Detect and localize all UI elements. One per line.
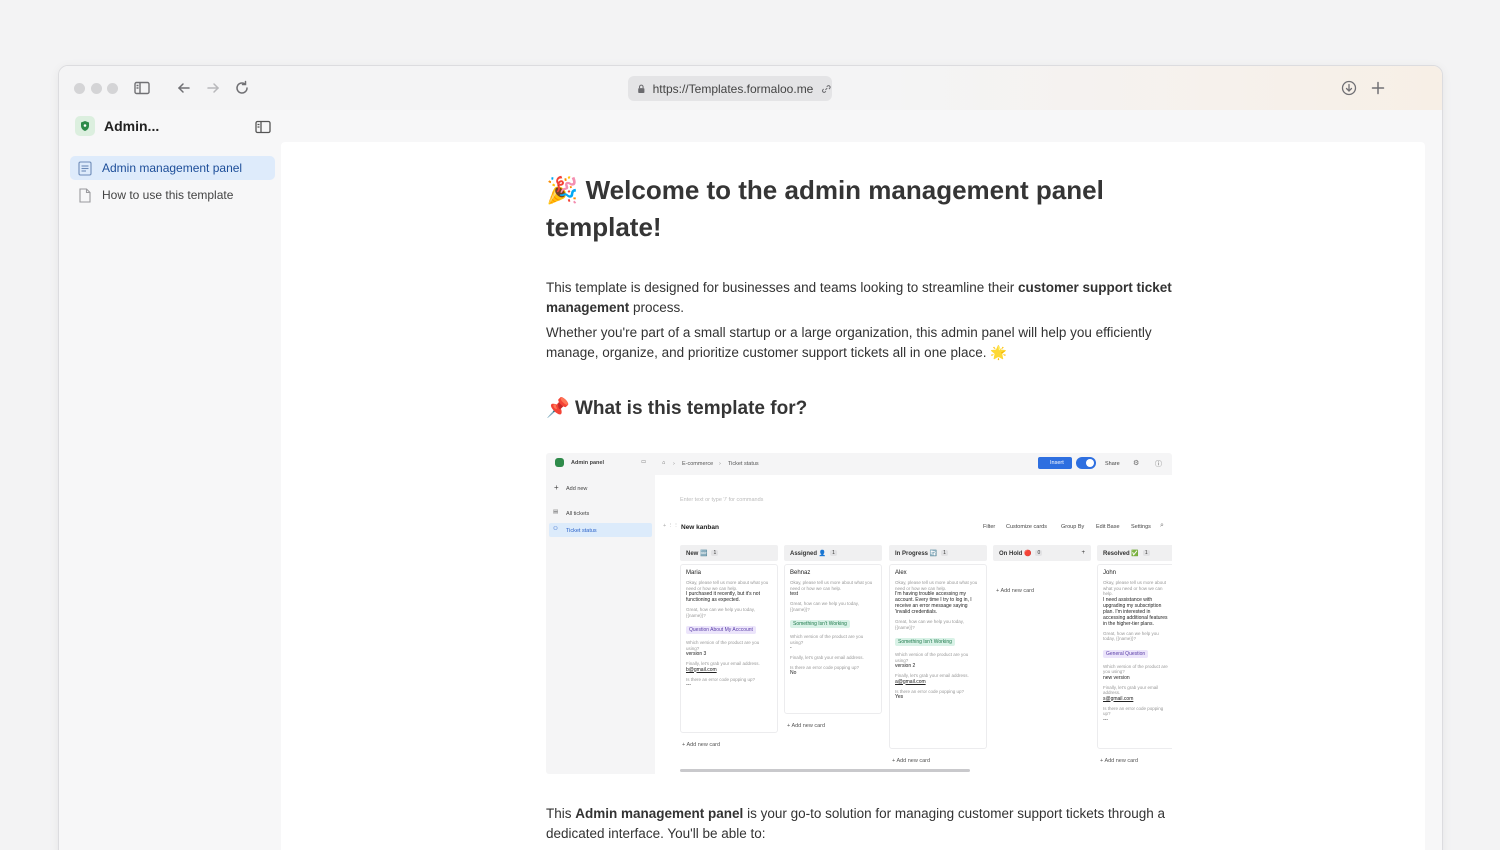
shield-logo-icon — [75, 116, 95, 136]
sidebar-item-how-to-use[interactable]: How to use this template — [70, 183, 275, 207]
sidebar-item-label: Admin management panel — [102, 161, 243, 175]
article: 🎉 Welcome to the admin management panel … — [546, 172, 1176, 420]
maximize-dot[interactable] — [107, 83, 118, 94]
shot-gear-icon: ⚙ — [1133, 460, 1140, 467]
shot-nav-active-bg — [549, 523, 652, 537]
collapse-sidebar-icon[interactable] — [254, 118, 272, 136]
reload-icon[interactable] — [232, 78, 252, 98]
download-icon[interactable] — [1339, 78, 1359, 98]
shot-logo-icon — [555, 458, 564, 467]
shot-add-card: + Add new card — [787, 723, 826, 729]
forward-arrow-icon[interactable] — [203, 78, 223, 98]
page-icon — [78, 160, 92, 176]
minimize-dot[interactable] — [91, 83, 102, 94]
intro-paragraph-2: Whether you're part of a small startup o… — [546, 325, 1152, 360]
sidebar-item-admin-management-panel[interactable]: Admin management panel — [70, 156, 275, 180]
lock-icon — [638, 84, 645, 93]
shot-card: John Okay, please tell us more about wha… — [1097, 564, 1172, 749]
shot-editor-placeholder: Enter text or type '/' for commands — [680, 497, 764, 503]
sidebar-item-label: How to use this template — [102, 188, 234, 202]
document-icon — [79, 187, 91, 203]
shot-add-card: + Add new card — [682, 742, 721, 748]
shot-breadcrumb-home: E-commerce — [682, 461, 714, 467]
shot-add-card: + Add new card — [892, 758, 931, 764]
shot-insert-label: Insert — [1050, 460, 1064, 466]
shot-kanban-icon: ⚇ — [553, 526, 558, 532]
shot-help-icon: ⓘ — [1155, 461, 1162, 468]
kanban-screenshot: Admin panel ▭ + Add new ▤ All tickets ⚇ … — [546, 453, 1172, 774]
shot-add-card: + Add new card — [996, 588, 1035, 594]
shot-app-name: Admin panel — [571, 460, 605, 466]
shot-sidebar: Admin panel ▭ + Add new ▤ All tickets ⚇ … — [546, 453, 655, 774]
section-heading: 📌 What is this template for? — [546, 398, 808, 419]
shot-share-label: Share — [1105, 461, 1120, 467]
shot-breadcrumb-page: Ticket status — [728, 461, 759, 467]
shot-nav-ticket-status: Ticket status — [566, 528, 597, 534]
shot-column-header: In Progress 🔄 1 — [889, 545, 987, 561]
sidebar: Admin... Admin management panel How to u… — [59, 110, 281, 850]
shot-column-header: New 🆕 1 — [680, 545, 778, 561]
shot-toolbar-customize: Customize cards — [1006, 524, 1047, 530]
url-text: https://Templates.formaloo.me — [652, 81, 814, 96]
shot-collapse-icon: ▭ — [641, 459, 647, 465]
shot-toolbar-group: Group By — [1061, 524, 1085, 530]
address-bar[interactable]: https://Templates.formaloo.me — [628, 76, 832, 101]
shot-add-new: Add new — [566, 486, 588, 492]
workspace-title: Admin... — [104, 118, 160, 134]
shot-topbar: ⌂ › E-commerce › Ticket status Insert Sh… — [655, 453, 1172, 475]
intro-paragraph-1: This template is designed for businesses… — [546, 280, 1172, 315]
shot-list-icon: ▤ — [553, 509, 559, 515]
outro-paragraph: This Admin management panel is your go-t… — [546, 806, 1166, 841]
page-title: 🎉 Welcome to the admin management panel … — [546, 175, 1104, 242]
shot-toggle-knob — [1086, 459, 1094, 467]
browser-window: https://Templates.formaloo.me Admin... A… — [58, 65, 1443, 850]
party-popper-icon: 🎉 — [546, 175, 579, 205]
new-tab-icon[interactable] — [1368, 78, 1388, 98]
shot-chevron-icon: › — [673, 461, 675, 467]
titlebar: https://Templates.formaloo.me — [59, 66, 1442, 110]
sidebar-toggle-icon[interactable] — [132, 78, 152, 98]
page-content: 🎉 Welcome to the admin management panel … — [281, 142, 1425, 850]
shot-column-header: Assigned 👤 1 — [784, 545, 882, 561]
shot-add-column-icon: + — [1081, 550, 1085, 556]
back-arrow-icon[interactable] — [174, 78, 194, 98]
shot-column-header: On Hold 🔴 0 + — [993, 545, 1091, 561]
shot-card: Maria Okay, please tell us more about wh… — [680, 564, 778, 733]
shot-home-icon: ⌂ — [662, 460, 666, 466]
shot-toolbar-filter: Filter — [983, 524, 996, 530]
pushpin-icon: 📌 — [546, 398, 570, 419]
shot-plus-icon: + — [554, 483, 559, 492]
shot-card: Alex Okay, please tell us more about wha… — [889, 564, 987, 749]
shot-drag-handle-icon: + ⋮⋮ — [663, 523, 679, 529]
link-icon[interactable] — [821, 83, 832, 95]
shot-add-card: + Add new card — [1100, 758, 1139, 764]
shot-search-icon: ⌕ — [1160, 522, 1164, 529]
shot-toolbar-settings: Settings — [1131, 524, 1151, 530]
close-dot[interactable] — [74, 83, 85, 94]
shot-column-header: Resolved ✅ 1 — [1097, 545, 1172, 561]
page-nav: Admin management panel How to use this t… — [70, 156, 275, 210]
shot-kanban-title: New kanban — [681, 524, 719, 531]
shot-card: Behnaz Okay, please tell us more about w… — [784, 564, 882, 714]
shot-nav-all-tickets: All tickets — [566, 511, 590, 517]
workspace-brand[interactable]: Admin... — [75, 116, 159, 136]
shot-toolbar-edit-base: Edit Base — [1096, 524, 1120, 530]
shot-chevron-icon: › — [719, 461, 721, 467]
shot-scrollbar — [680, 769, 970, 772]
